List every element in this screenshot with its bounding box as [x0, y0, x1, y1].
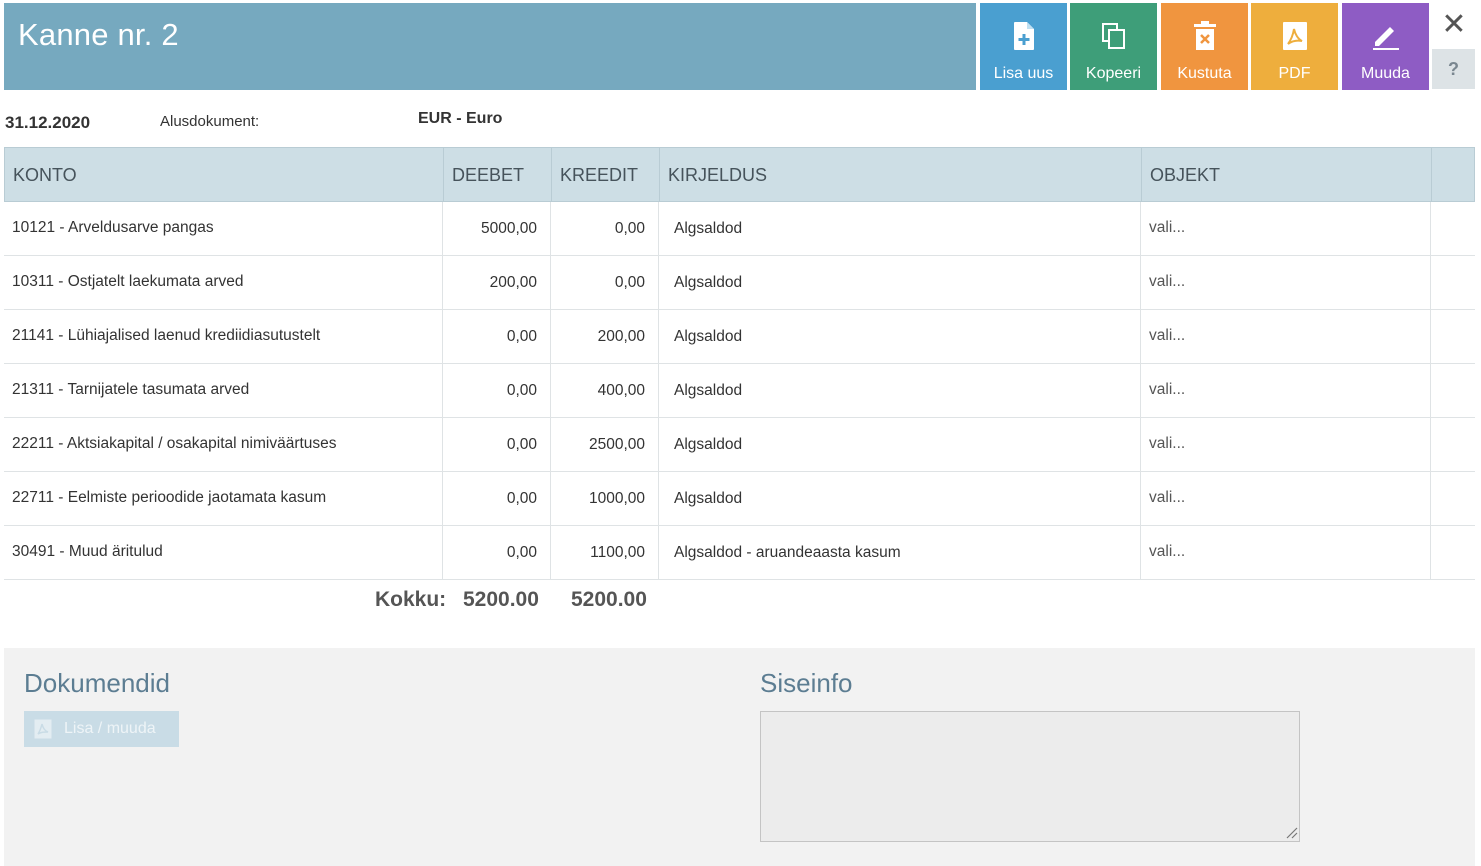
cell-kirjeldus: Algsaldod: [659, 364, 1141, 417]
cell-deebet: 0,00: [443, 364, 551, 417]
pdf-icon: [32, 718, 54, 740]
column-header-objekt[interactable]: OBJEKT: [1142, 148, 1432, 201]
cell-kreedit: 1100,00: [551, 526, 659, 579]
column-header-empty: [1432, 148, 1475, 201]
cell-kirjeldus: Algsaldod - aruandeaasta kasum: [659, 526, 1141, 579]
totals-label: Kokku:: [375, 588, 447, 611]
cell-konto: 10121 - Arveldusarve pangas: [4, 202, 443, 255]
copy-icon: [1098, 20, 1130, 52]
cell-kreedit: 2500,00: [551, 418, 659, 471]
resize-grip-icon[interactable]: [1284, 825, 1298, 839]
add-new-label: Lisa uus: [993, 65, 1054, 82]
cell-kreedit: 0,00: [551, 256, 659, 309]
cell-deebet: 0,00: [443, 526, 551, 579]
bottom-panel: Dokumendid Lisa / muuda Siseinfo: [4, 648, 1475, 866]
internal-info-title: Siseinfo: [760, 668, 853, 698]
cell-deebet: 200,00: [443, 256, 551, 309]
title-bar: Kanne nr. 2: [4, 3, 976, 90]
cell-deebet: 0,00: [443, 310, 551, 363]
table-row[interactable]: 10311 - Ostjatelt laekumata arved 200,00…: [4, 256, 1475, 310]
object-select[interactable]: vali...: [1141, 526, 1431, 579]
cell-konto: 21141 - Lühiajalised laenud krediidiasut…: [4, 310, 443, 363]
column-header-kreedit[interactable]: KREEDIT: [552, 148, 660, 201]
object-select[interactable]: vali...: [1141, 256, 1431, 309]
object-select[interactable]: vali...: [1141, 364, 1431, 417]
trash-icon: [1189, 20, 1221, 52]
cell-kirjeldus: Algsaldod: [659, 202, 1141, 255]
pdf-button[interactable]: PDF: [1251, 3, 1338, 90]
pdf-icon: [1279, 20, 1311, 52]
cell-kreedit: 1000,00: [551, 472, 659, 525]
internal-info-textarea[interactable]: [760, 711, 1300, 842]
total-deebet: 5200.00: [463, 588, 539, 611]
table-row[interactable]: 21311 - Tarnijatele tasumata arved 0,00 …: [4, 364, 1475, 418]
add-new-button[interactable]: Lisa uus: [980, 3, 1067, 90]
cell-konto: 22211 - Aktsiakapital / osakapital nimiv…: [4, 418, 443, 471]
column-header-konto[interactable]: KONTO: [5, 148, 444, 201]
cell-kirjeldus: Algsaldod: [659, 310, 1141, 363]
cell-kirjeldus: Algsaldod: [659, 418, 1141, 471]
table-row[interactable]: 21141 - Lühiajalised laenud krediidiasut…: [4, 310, 1475, 364]
entry-date: 31.12.2020: [5, 113, 91, 132]
help-button[interactable]: ?: [1432, 49, 1475, 89]
cell-konto: 30491 - Muud äritulud: [4, 526, 443, 579]
documents-title: Dokumendid: [24, 668, 170, 698]
edit-label: Muuda: [1361, 65, 1410, 82]
cell-deebet: 5000,00: [443, 202, 551, 255]
cell-kreedit: 400,00: [551, 364, 659, 417]
object-select[interactable]: vali...: [1141, 418, 1431, 471]
table-header: KONTO DEEBET KREEDIT KIRJELDUS OBJEKT: [4, 147, 1475, 202]
table-row[interactable]: 22711 - Eelmiste perioodide jaotamata ka…: [4, 472, 1475, 526]
currency: EUR - Euro: [418, 110, 503, 127]
delete-label: Kustuta: [1177, 65, 1232, 82]
table-row[interactable]: 30491 - Muud äritulud 0,00 1100,00 Algsa…: [4, 526, 1475, 580]
cell-kirjeldus: Algsaldod: [659, 256, 1141, 309]
pdf-label: PDF: [1278, 65, 1311, 82]
edit-button[interactable]: Muuda: [1342, 3, 1429, 90]
column-header-kirjeldus[interactable]: KIRJELDUS: [660, 148, 1142, 201]
cell-kirjeldus: Algsaldod: [659, 472, 1141, 525]
table-row[interactable]: 10121 - Arveldusarve pangas 5000,00 0,00…: [4, 202, 1475, 256]
total-kreedit: 5200.00: [571, 588, 647, 611]
cell-konto: 22711 - Eelmiste perioodide jaotamata ka…: [4, 472, 443, 525]
add-edit-documents-button[interactable]: Lisa / muuda: [24, 711, 179, 747]
close-icon[interactable]: ✕: [1438, 8, 1470, 44]
entries-table: KONTO DEEBET KREEDIT KIRJELDUS OBJEKT 10…: [4, 147, 1475, 580]
cell-deebet: 0,00: [443, 472, 551, 525]
cell-kreedit: 200,00: [551, 310, 659, 363]
pencil-icon: [1370, 20, 1402, 52]
copy-label: Kopeeri: [1085, 65, 1142, 82]
copy-button[interactable]: Kopeeri: [1070, 3, 1157, 90]
add-edit-documents-label: Lisa / muuda: [64, 720, 156, 737]
base-document-label: Alusdokument:: [160, 113, 260, 130]
object-select[interactable]: vali...: [1141, 202, 1431, 255]
cell-kreedit: 0,00: [551, 202, 659, 255]
delete-button[interactable]: Kustuta: [1161, 3, 1248, 90]
cell-deebet: 0,00: [443, 418, 551, 471]
object-select[interactable]: vali...: [1141, 310, 1431, 363]
file-plus-icon: [1008, 20, 1040, 52]
table-row[interactable]: 22211 - Aktsiakapital / osakapital nimiv…: [4, 418, 1475, 472]
cell-konto: 10311 - Ostjatelt laekumata arved: [4, 256, 443, 309]
column-header-deebet[interactable]: DEEBET: [444, 148, 552, 201]
object-select[interactable]: vali...: [1141, 472, 1431, 525]
page-title: Kanne nr. 2: [18, 17, 179, 52]
cell-konto: 21311 - Tarnijatele tasumata arved: [4, 364, 443, 417]
